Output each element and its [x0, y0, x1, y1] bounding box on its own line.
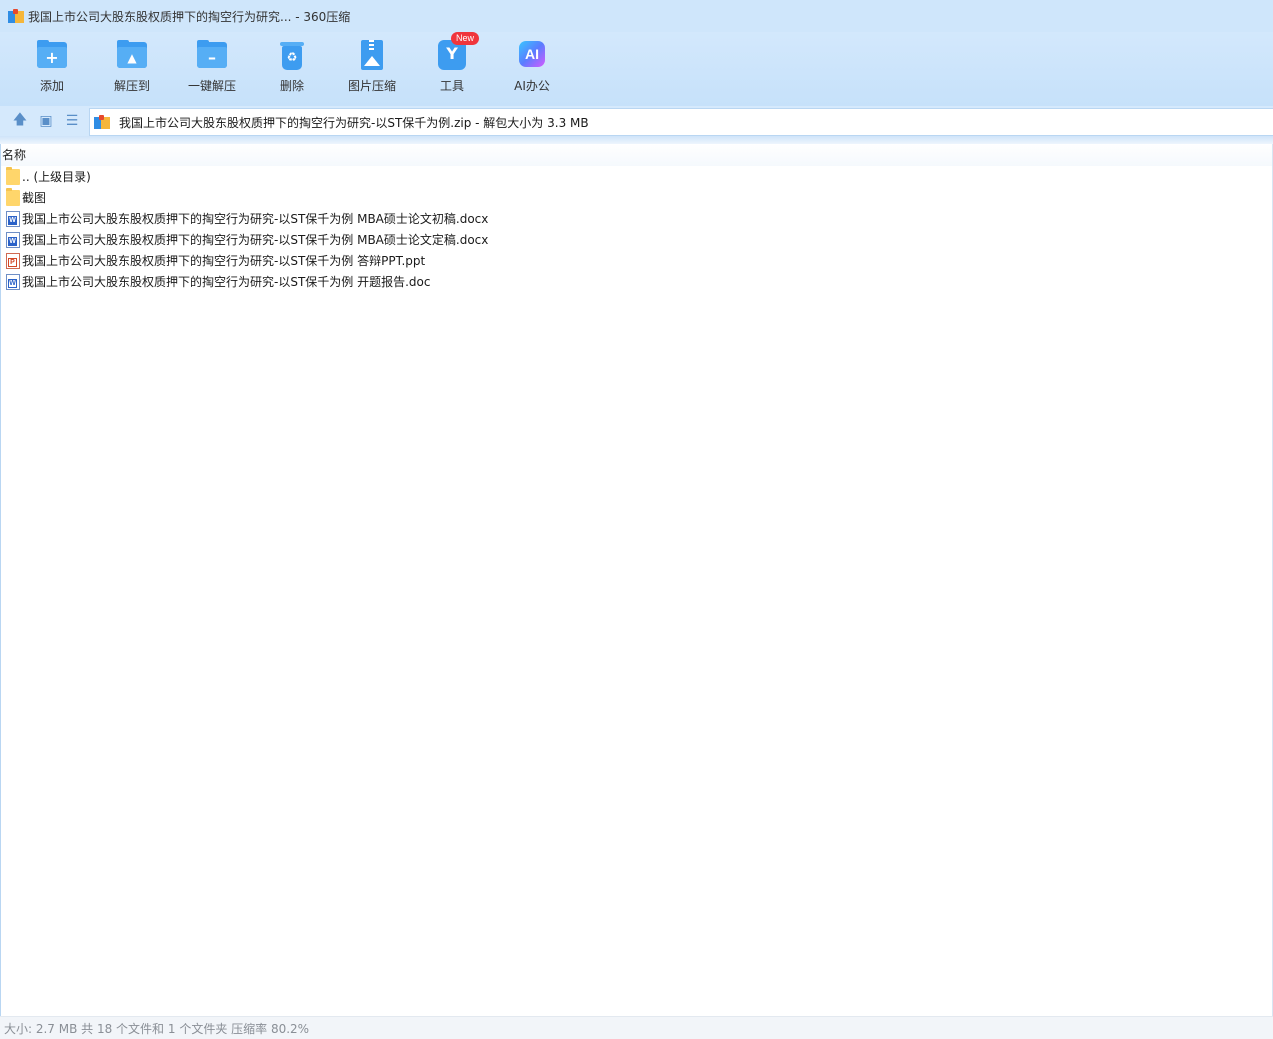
word-docx-icon: W [6, 210, 20, 227]
file-name: 截图 [22, 191, 47, 205]
file-list: 名称 .. (上级目录) 截图 W 我国上市公司大股东股权质押下的掏空行为研究-… [0, 144, 1273, 1016]
one-click-extract-button[interactable]: – 一键解压 [172, 32, 252, 106]
address-bar: 🡅 ▣ ☰ 我国上市公司大股东股权质押下的掏空行为研究-以ST保千为例.zip … [0, 106, 1273, 136]
file-name: 我国上市公司大股东股权质押下的掏空行为研究-以ST保千为例 答辩PPT.ppt [22, 254, 426, 268]
ai-office-label: AI办公 [514, 79, 550, 93]
extract-to-label: 解压到 [113, 79, 150, 93]
tools-label: 工具 [439, 79, 464, 93]
window-title: 我国上市公司大股东股权质押下的掏空行为研究... - 360压缩 [28, 9, 351, 24]
one-click-extract-label: 一键解压 [187, 79, 236, 93]
image-compress-button[interactable]: 图片压缩 [332, 32, 412, 106]
list-item[interactable]: 截图 [1, 187, 1272, 208]
add-folder-icon: + [35, 38, 69, 72]
add-button[interactable]: + 添加 [12, 32, 92, 106]
extract-to-button[interactable]: ▲ 解压到 [92, 32, 172, 106]
folder-icon [6, 187, 20, 206]
ai-icon: AI [515, 38, 549, 72]
file-name: 我国上市公司大股东股权质押下的掏空行为研究-以ST保千为例 开题报告.doc [22, 275, 431, 289]
toolbar: + 添加 ▲ 解压到 – 一键解压 ♻ 删除 图片压缩 Y New 工具 AI … [0, 32, 1273, 106]
trash-icon: ♻ [275, 38, 309, 72]
archive-icon [94, 115, 110, 129]
one-click-extract-icon: – [195, 38, 229, 72]
file-name: 我国上市公司大股东股权质押下的掏空行为研究-以ST保千为例 MBA硕士论文初稿.… [22, 212, 489, 226]
powerpoint-icon: P [6, 252, 20, 269]
thumbnail-view-icon[interactable]: ▣ [33, 108, 59, 134]
up-arrow-icon[interactable]: 🡅 [7, 108, 33, 134]
path-text: 我国上市公司大股东股权质押下的掏空行为研究-以ST保千为例.zip - 解包大小… [119, 115, 589, 130]
folder-icon [6, 166, 20, 185]
app-icon [8, 9, 24, 23]
list-item[interactable]: .. (上级目录) [1, 166, 1272, 187]
word-doc-icon: W [6, 273, 20, 290]
list-item[interactable]: W 我国上市公司大股东股权质押下的掏空行为研究-以ST保千为例 MBA硕士论文初… [1, 208, 1272, 229]
delete-label: 删除 [279, 79, 304, 93]
title-bar: 我国上市公司大股东股权质押下的掏空行为研究... - 360压缩 [0, 0, 1273, 32]
image-compress-icon [355, 38, 389, 72]
file-name: .. (上级目录) [22, 170, 91, 184]
extract-folder-icon: ▲ [115, 38, 149, 72]
tools-cube-icon: Y New [435, 32, 480, 72]
tools-button[interactable]: Y New 工具 [412, 32, 492, 106]
list-item[interactable]: W 我国上市公司大股东股权质押下的掏空行为研究-以ST保千为例 开题报告.doc [1, 271, 1272, 292]
new-badge: New [451, 32, 480, 45]
delete-button[interactable]: ♻ 删除 [252, 32, 332, 106]
list-item[interactable]: W 我国上市公司大股东股权质押下的掏空行为研究-以ST保千为例 MBA硕士论文定… [1, 229, 1272, 250]
list-view-icon[interactable]: ☰ [59, 108, 85, 134]
image-compress-label: 图片压缩 [347, 79, 396, 93]
list-item[interactable]: P 我国上市公司大股东股权质押下的掏空行为研究-以ST保千为例 答辩PPT.pp… [1, 250, 1272, 271]
column-header-name[interactable]: 名称 [1, 144, 1272, 166]
ai-office-button[interactable]: AI AI办公 [492, 32, 572, 106]
file-name: 我国上市公司大股东股权质押下的掏空行为研究-以ST保千为例 MBA硕士论文定稿.… [22, 233, 489, 247]
path-field[interactable]: 我国上市公司大股东股权质押下的掏空行为研究-以ST保千为例.zip - 解包大小… [89, 108, 1273, 136]
address-bar-shadow [0, 136, 1273, 144]
status-text: 大小: 2.7 MB 共 18 个文件和 1 个文件夹 压缩率 80.2% [4, 1021, 310, 1036]
add-label: 添加 [39, 79, 64, 93]
status-bar: 大小: 2.7 MB 共 18 个文件和 1 个文件夹 压缩率 80.2% [0, 1016, 1273, 1039]
word-docx-icon: W [6, 231, 20, 248]
